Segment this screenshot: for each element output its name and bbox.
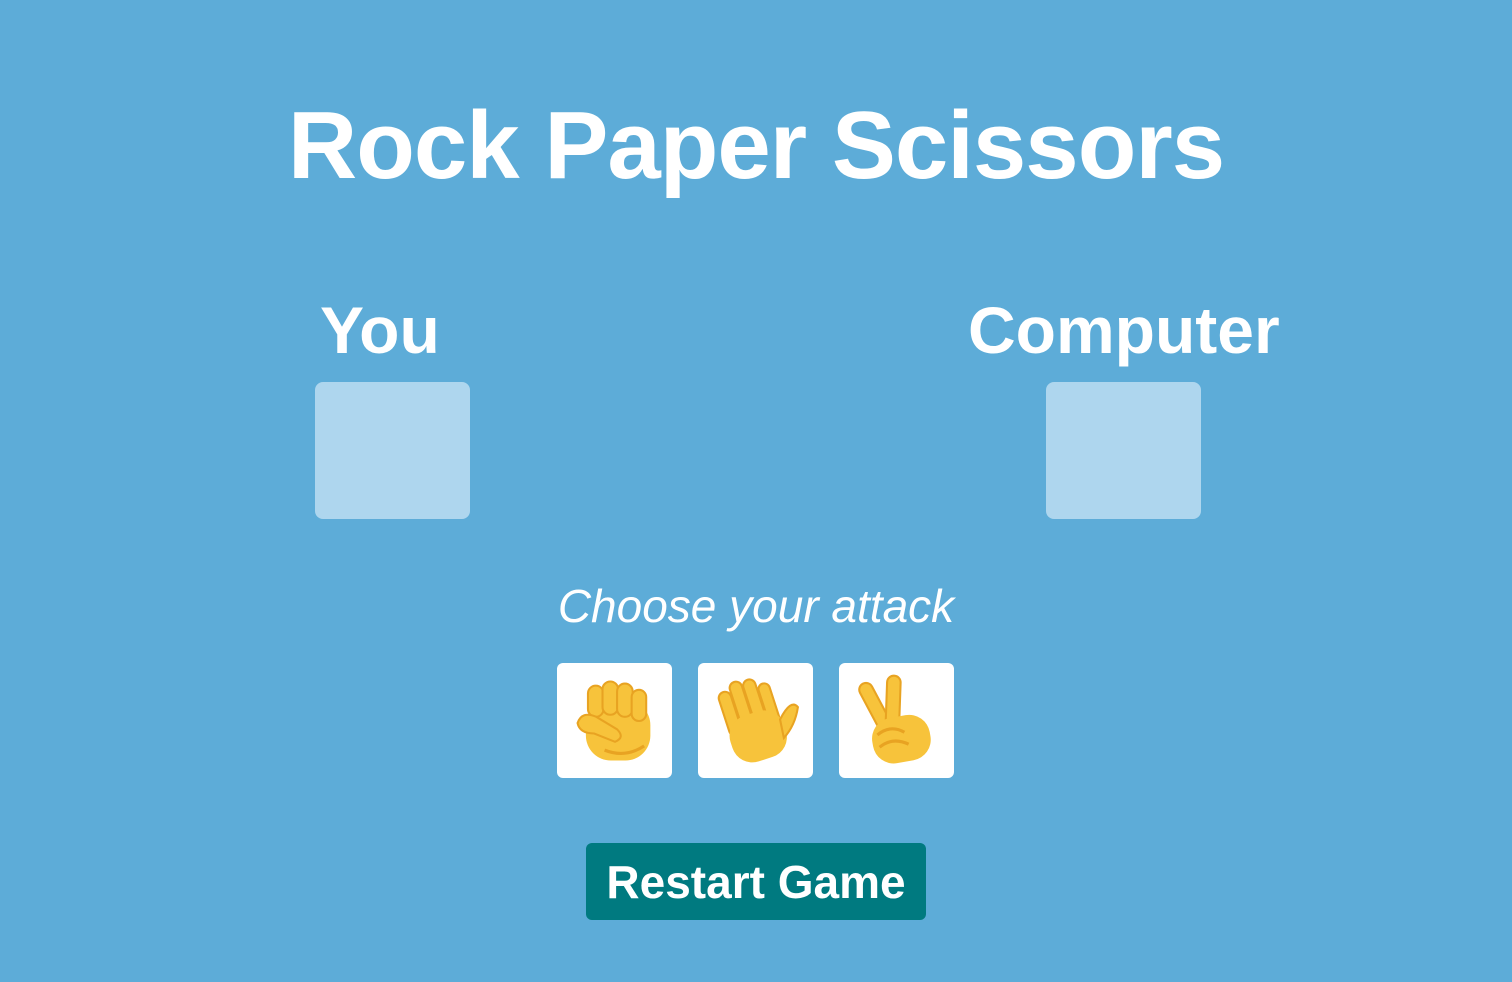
scissors-button[interactable]	[839, 663, 954, 778]
waving-hand-icon	[717, 677, 799, 762]
attack-options	[557, 663, 954, 778]
game-page: Rock Paper Scissors You Computer Choose …	[0, 0, 1512, 982]
rock-button[interactable]	[557, 663, 672, 778]
raised-fist-icon	[575, 679, 650, 761]
computer-choice-box	[1046, 382, 1201, 519]
computer-label: Computer	[968, 293, 1280, 367]
you-label: You	[320, 293, 440, 367]
page-title: Rock Paper Scissors	[287, 92, 1225, 199]
restart-game-button[interactable]: Restart Game	[586, 843, 926, 920]
you-choice-box	[315, 382, 470, 519]
victory-hand-icon	[857, 674, 931, 763]
paper-button[interactable]	[698, 663, 813, 778]
attack-prompt: Choose your attack	[557, 580, 955, 632]
